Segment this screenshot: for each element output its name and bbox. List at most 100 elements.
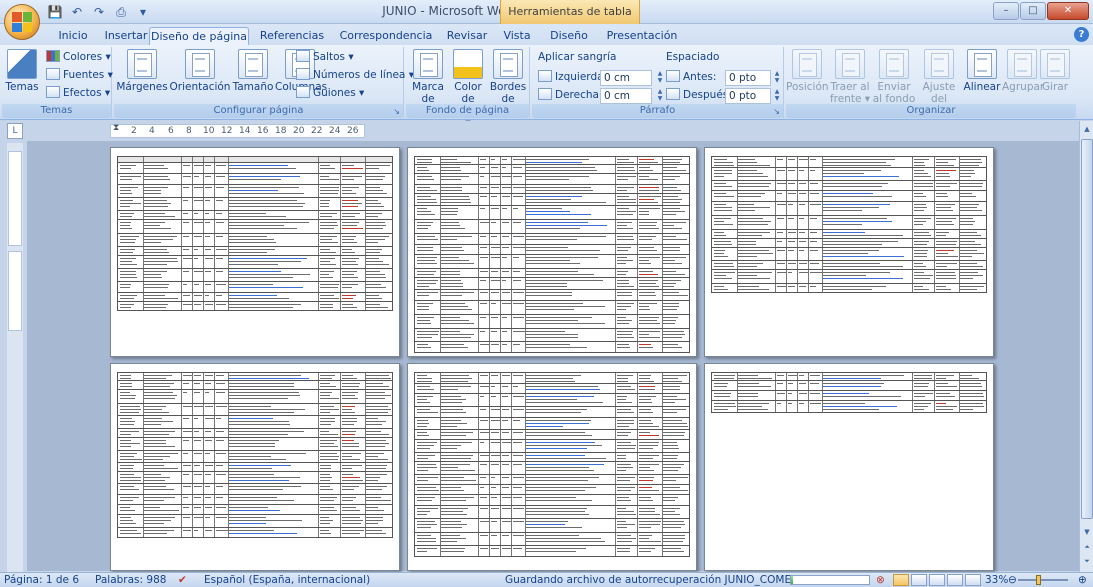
next-page-icon[interactable]: ⏷: [1081, 555, 1093, 568]
cell-text-line: [119, 206, 130, 207]
cell-text-line: [441, 435, 467, 436]
page-2[interactable]: [407, 147, 697, 357]
help-icon[interactable]: ?: [1074, 27, 1089, 42]
proofing-icon[interactable]: ✔: [178, 574, 187, 587]
scrollbar-thumb[interactable]: [1081, 139, 1093, 519]
cell-text-line: [638, 280, 659, 281]
cancel-autosave-icon[interactable]: ⊗: [876, 574, 885, 587]
guiones-button[interactable]: Guiones ▾: [296, 85, 364, 101]
vertical-scrollbar[interactable]: ▲ ▼ ⏶ ⏷: [1079, 121, 1093, 572]
tab-insertar[interactable]: Insertar: [98, 27, 154, 46]
print-preview-icon[interactable]: ⎙: [112, 3, 130, 20]
horizontal-ruler[interactable]: ⧗ 2 4 6 8 10 12 14 16 18 20 22 24 26: [110, 123, 365, 139]
spacing-before-spinner-icon[interactable]: ▲ ▼: [773, 70, 781, 86]
cell-text-line: [193, 465, 200, 466]
minimize-button[interactable]: –: [993, 2, 1019, 20]
undo-icon[interactable]: ↶: [68, 3, 86, 20]
fuentes-button[interactable]: Fuentes ▾: [46, 67, 113, 83]
tab-referencias[interactable]: Referencias: [252, 27, 332, 46]
horizontal-ruler-area: L ⧗ 2 4 6 8 10 12 14 16 18 20 22 24 26: [0, 121, 1093, 141]
temas-button[interactable]: Temas: [4, 49, 40, 93]
traer-al-frente-button[interactable]: Traer al frente ▾: [828, 49, 872, 105]
saltos-button[interactable]: Saltos ▾: [296, 49, 354, 65]
cell-text-line: [144, 176, 168, 177]
cell-text-line: [663, 176, 680, 177]
print-layout-view-icon[interactable]: [893, 574, 909, 586]
cell-text-line: [229, 395, 301, 396]
agrupar-button[interactable]: Agrupar: [1002, 49, 1044, 93]
document-area[interactable]: [27, 141, 1079, 571]
indent-left-spinner-icon[interactable]: ▲ ▼: [656, 70, 664, 86]
tab-vista[interactable]: Vista: [494, 27, 540, 46]
cell-text-line: [366, 383, 384, 384]
numeros-de-linea-button[interactable]: Números de línea ▾: [296, 67, 414, 83]
alinear-button[interactable]: Alinear: [962, 49, 1002, 93]
posicion-button[interactable]: Posición: [786, 49, 829, 93]
maximize-button[interactable]: □: [1020, 2, 1046, 20]
web-layout-view-icon[interactable]: [929, 574, 945, 586]
zoom-in-icon[interactable]: ⊕: [1078, 574, 1087, 587]
page-4[interactable]: [110, 363, 400, 571]
tamano-button[interactable]: Tamaño: [231, 49, 275, 93]
indent-right-spinner-icon[interactable]: ▲ ▼: [656, 88, 664, 104]
outline-view-icon[interactable]: [947, 574, 963, 586]
spacing-after-field[interactable]: 0 pto: [725, 88, 771, 104]
zoom-slider[interactable]: [1018, 575, 1068, 585]
indent-left-field[interactable]: 0 cm: [600, 70, 652, 86]
prev-page-icon[interactable]: ⏶: [1081, 541, 1093, 554]
tab-diseno-de-pagina[interactable]: Diseño de página: [149, 27, 249, 46]
cell-text-line: [526, 458, 607, 459]
girar-button[interactable]: Girar: [1038, 49, 1072, 93]
cell-text-line: [144, 395, 177, 396]
table-row: [117, 404, 393, 416]
tab-inicio[interactable]: Inicio: [50, 27, 96, 46]
cell-text-line: [713, 159, 728, 160]
cell-text-line: [366, 456, 378, 457]
efectos-button[interactable]: Efectos ▾: [46, 85, 110, 101]
zoom-level[interactable]: 33%: [985, 574, 1008, 587]
cell-text-line: [229, 443, 275, 444]
indent-right-field[interactable]: 0 cm: [600, 88, 652, 104]
language-indicator[interactable]: Español (España, internacional): [204, 574, 370, 587]
config-dialog-launcher-icon[interactable]: ↘: [393, 107, 400, 116]
orientacion-button[interactable]: Orientación: [169, 49, 231, 93]
zoom-slider-knob[interactable]: [1036, 575, 1041, 585]
page-5[interactable]: [407, 363, 697, 571]
page-6[interactable]: [704, 363, 994, 571]
save-icon[interactable]: 💾: [46, 3, 64, 20]
colores-button[interactable]: Colores ▾: [46, 49, 111, 65]
cell-text-line: [416, 260, 436, 261]
spacing-before-field[interactable]: 0 pto: [725, 70, 771, 86]
tab-correspondencia[interactable]: Correspondencia: [336, 27, 436, 46]
word-count[interactable]: Palabras: 988: [95, 574, 166, 587]
vertical-ruler[interactable]: [7, 143, 23, 573]
tab-selector-icon[interactable]: L: [7, 123, 23, 139]
zoom-out-icon[interactable]: ⊖: [1008, 574, 1017, 587]
tab-diseno[interactable]: Diseño: [543, 27, 595, 46]
scroll-down-icon[interactable]: ▼: [1081, 526, 1093, 539]
page-1[interactable]: [110, 147, 400, 357]
office-button[interactable]: [4, 4, 40, 40]
margenes-button[interactable]: Márgenes: [116, 49, 168, 93]
tab-presentacion[interactable]: Presentación: [600, 27, 684, 46]
table-row: [117, 438, 393, 451]
cell-text-line: [144, 203, 171, 204]
page-3[interactable]: [704, 147, 994, 357]
draft-view-icon[interactable]: [965, 574, 981, 586]
cell-text-line: [193, 165, 203, 166]
redo-icon[interactable]: ↷: [90, 3, 108, 20]
cell-text-line: [229, 249, 276, 250]
close-button[interactable]: ✕: [1047, 2, 1089, 20]
tab-revisar[interactable]: Revisar: [440, 27, 494, 46]
parrafo-dialog-launcher-icon[interactable]: ↘: [773, 107, 780, 116]
cell-text-line: [119, 497, 139, 498]
page-count[interactable]: Página: 1 de 6: [4, 574, 79, 587]
indent-marker-icon[interactable]: ⧗: [113, 123, 121, 139]
cell-text-line: [441, 179, 461, 180]
cell-text-line: [193, 431, 200, 432]
full-screen-reading-view-icon[interactable]: [911, 574, 927, 586]
cell-text-line: [366, 179, 383, 180]
qat-customize-icon[interactable]: ▾: [134, 3, 152, 20]
scroll-up-icon[interactable]: ▲: [1081, 123, 1093, 136]
spacing-after-spinner-icon[interactable]: ▲ ▼: [773, 88, 781, 104]
